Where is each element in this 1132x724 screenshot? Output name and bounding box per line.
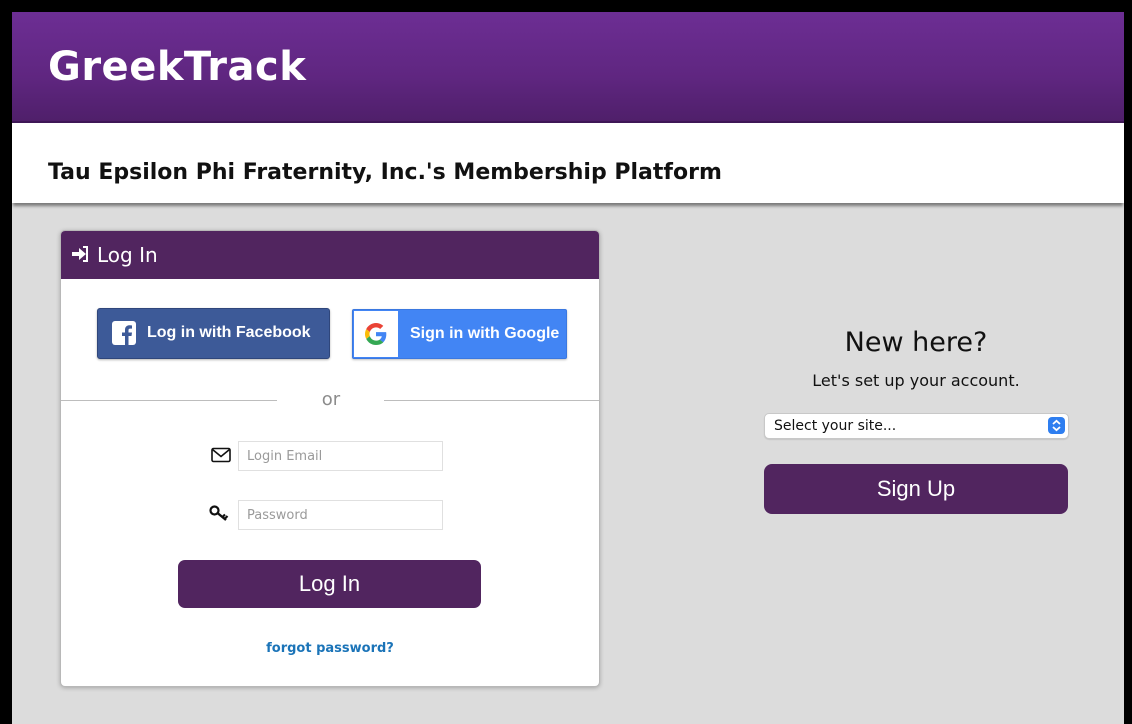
new-here-heading: New here? (844, 327, 988, 358)
top-header: GreekTrack (12, 12, 1124, 123)
forgot-password-link-text[interactable]: forgot password? (266, 641, 394, 656)
password-field[interactable] (238, 500, 443, 530)
divider-left (61, 400, 277, 401)
setup-account-text: Let's set up your account. (812, 371, 1020, 390)
google-icon (365, 323, 387, 345)
facebook-login-button[interactable]: Log in with Facebook (97, 308, 330, 359)
divider-right (384, 400, 599, 401)
google-signin-label: Sign in with Google (410, 325, 560, 342)
google-signin-button[interactable]: Sign in with Google (352, 309, 567, 359)
login-card: Log In Log in with Facebook Sign in with… (60, 230, 600, 687)
login-card-header: Log In (61, 231, 599, 279)
page-title: Tau Epsilon Phi Fraternity, Inc.'s Membe… (48, 160, 722, 185)
sub-header: Tau Epsilon Phi Fraternity, Inc.'s Membe… (12, 123, 1124, 203)
or-separator: or (321, 389, 341, 410)
site-select-value: Select your site... (774, 418, 897, 434)
facebook-login-label: Log in with Facebook (147, 324, 311, 341)
sign-in-icon (71, 245, 89, 267)
sign-up-button[interactable]: Sign Up (764, 464, 1068, 514)
envelope-icon (211, 447, 231, 467)
site-select[interactable]: Select your site... (764, 413, 1069, 439)
login-card-title: Log In (97, 243, 158, 267)
email-field[interactable] (238, 441, 443, 471)
page-frame: GreekTrack Tau Epsilon Phi Fraternity, I… (12, 12, 1124, 724)
select-chevron-icon (1048, 417, 1065, 434)
forgot-password-link: forgot password? (61, 641, 599, 656)
google-logo-box (354, 311, 398, 357)
brand-logo[interactable]: GreekTrack (48, 44, 306, 90)
login-button[interactable]: Log In (178, 560, 481, 608)
key-icon (209, 504, 231, 526)
facebook-icon (112, 321, 136, 349)
